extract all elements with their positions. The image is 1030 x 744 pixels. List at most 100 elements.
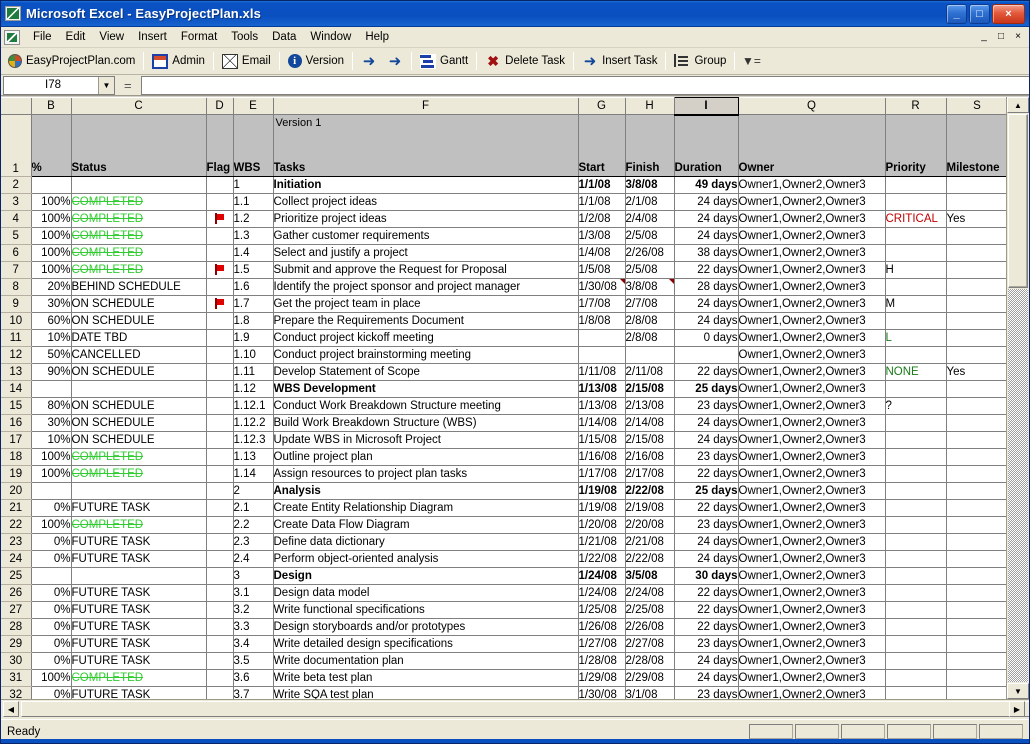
cell-finish[interactable]: 2/16/08 [625,449,674,466]
cell-milestone[interactable] [946,585,1008,602]
cell-flag[interactable] [206,449,233,466]
cell-wbs[interactable]: 1.3 [233,228,273,245]
cell-owner[interactable]: Owner1,Owner2,Owner3 [738,653,885,670]
cell-finish[interactable]: 2/15/08 [625,432,674,449]
cell-owner[interactable]: Owner1,Owner2,Owner3 [738,636,885,653]
cell-percent[interactable]: 0% [31,653,71,670]
cell-flag[interactable] [206,602,233,619]
cell-task[interactable]: Design storyboards and/or prototypes [273,619,578,636]
cell-owner[interactable]: Owner1,Owner2,Owner3 [738,466,885,483]
table-row[interactable]: 230%FUTURE TASK2.3Define data dictionary… [1,534,1008,551]
cell-start[interactable]: 1/28/08 [578,653,625,670]
cell-status[interactable]: FUTURE TASK [71,602,206,619]
column-header-Q[interactable]: Q [738,98,885,115]
cell-flag[interactable] [206,330,233,347]
cell-status[interactable]: ON SCHEDULE [71,296,206,313]
cell-status[interactable]: COMPLETED [71,194,206,211]
cell-start[interactable]: 1/22/08 [578,551,625,568]
cell-percent[interactable]: 100% [31,194,71,211]
cell-milestone[interactable] [946,415,1008,432]
column-header-H[interactable]: H [625,98,674,115]
cell-status[interactable]: ON SCHEDULE [71,432,206,449]
cell-milestone[interactable] [946,551,1008,568]
cell-flag[interactable] [206,568,233,585]
cell-owner[interactable]: Owner1,Owner2,Owner3 [738,381,885,398]
cell-finish[interactable]: 2/8/08 [625,313,674,330]
cell-percent[interactable]: 0% [31,687,71,700]
cell-task[interactable]: Conduct project kickoff meeting [273,330,578,347]
cell-status[interactable]: FUTURE TASK [71,636,206,653]
cell-percent[interactable]: 100% [31,517,71,534]
cell-flag[interactable] [206,653,233,670]
cell-start[interactable]: 1/11/08 [578,364,625,381]
cell-percent[interactable]: 0% [31,551,71,568]
cell-task[interactable]: Write documentation plan [273,653,578,670]
cell-owner[interactable]: Owner1,Owner2,Owner3 [738,432,885,449]
cell-duration[interactable]: 23 days [674,449,738,466]
menu-help[interactable]: Help [358,29,396,45]
cell-priority[interactable] [885,245,946,262]
cell-owner[interactable]: Owner1,Owner2,Owner3 [738,245,885,262]
cell-status[interactable]: COMPLETED [71,517,206,534]
cell-percent[interactable]: 100% [31,670,71,687]
cell-priority[interactable] [885,381,946,398]
cell-status[interactable]: BEHIND SCHEDULE [71,279,206,296]
cell-task[interactable]: Perform object-oriented analysis [273,551,578,568]
cell-percent[interactable] [31,568,71,585]
cell-percent[interactable]: 0% [31,602,71,619]
cell-flag[interactable] [206,381,233,398]
cell-milestone[interactable] [946,330,1008,347]
cell-wbs[interactable]: 3 [233,568,273,585]
cell-status[interactable]: COMPLETED [71,228,206,245]
row-header-15[interactable]: 15 [1,398,31,415]
cell-finish[interactable]: 2/25/08 [625,602,674,619]
row-header-21[interactable]: 21 [1,500,31,517]
cell-finish[interactable]: 2/13/08 [625,398,674,415]
formula-input[interactable] [141,76,1029,95]
menu-insert[interactable]: Insert [131,29,174,45]
cell-priority[interactable] [885,568,946,585]
table-row[interactable]: 1110%DATE TBD1.9Conduct project kickoff … [1,330,1008,347]
cell-milestone[interactable] [946,687,1008,700]
cell-task[interactable]: Identify the project sponsor and project… [273,279,578,296]
horizontal-scrollbar[interactable]: ◀ ▶ [1,699,1029,719]
cell-percent[interactable]: 0% [31,500,71,517]
cell-finish[interactable]: 2/21/08 [625,534,674,551]
vertical-scroll-thumb[interactable] [1008,114,1028,288]
cell-wbs[interactable]: 2.1 [233,500,273,517]
cell-finish[interactable]: 2/29/08 [625,670,674,687]
cell-start[interactable]: 1/7/08 [578,296,625,313]
cell-wbs[interactable]: 1.12 [233,381,273,398]
cell-duration[interactable]: 24 days [674,211,738,228]
close-button[interactable]: × [992,4,1025,24]
cell-percent[interactable]: 30% [31,415,71,432]
cell-start[interactable]: 1/1/08 [578,194,625,211]
toolbar-delete-task-button[interactable]: ✖ Delete Task [480,50,570,72]
cell-finish[interactable]: 3/1/08 [625,687,674,700]
cell-percent[interactable]: 60% [31,313,71,330]
cell-flag[interactable] [206,636,233,653]
cell-milestone[interactable] [946,262,1008,279]
row-header-2[interactable]: 2 [1,177,31,194]
cell-percent[interactable]: 90% [31,364,71,381]
cell-start[interactable]: 1/15/08 [578,432,625,449]
cell-milestone[interactable] [946,602,1008,619]
scroll-up-icon[interactable]: ▲ [1007,97,1029,113]
row-header-4[interactable]: 4 [1,211,31,228]
table-row[interactable]: 5100%COMPLETED1.3Gather customer require… [1,228,1008,245]
cell-task[interactable]: Gather customer requirements [273,228,578,245]
menu-tools[interactable]: Tools [224,29,265,45]
cell-task[interactable]: Write functional specifications [273,602,578,619]
table-row[interactable]: 280%FUTURE TASK3.3Design storyboards and… [1,619,1008,636]
cell-status[interactable]: ON SCHEDULE [71,364,206,381]
cell-status[interactable]: COMPLETED [71,449,206,466]
table-row[interactable]: 31100%COMPLETED3.6Write beta test plan1/… [1,670,1008,687]
cell-duration[interactable]: 22 days [674,466,738,483]
cell-start[interactable]: 1/14/08 [578,415,625,432]
cell-duration[interactable]: 22 days [674,500,738,517]
cell-finish[interactable]: 2/14/08 [625,415,674,432]
cell-flag[interactable] [206,500,233,517]
horizontal-scroll-thumb[interactable] [21,701,1030,717]
menu-format[interactable]: Format [174,29,224,45]
row-header-26[interactable]: 26 [1,585,31,602]
